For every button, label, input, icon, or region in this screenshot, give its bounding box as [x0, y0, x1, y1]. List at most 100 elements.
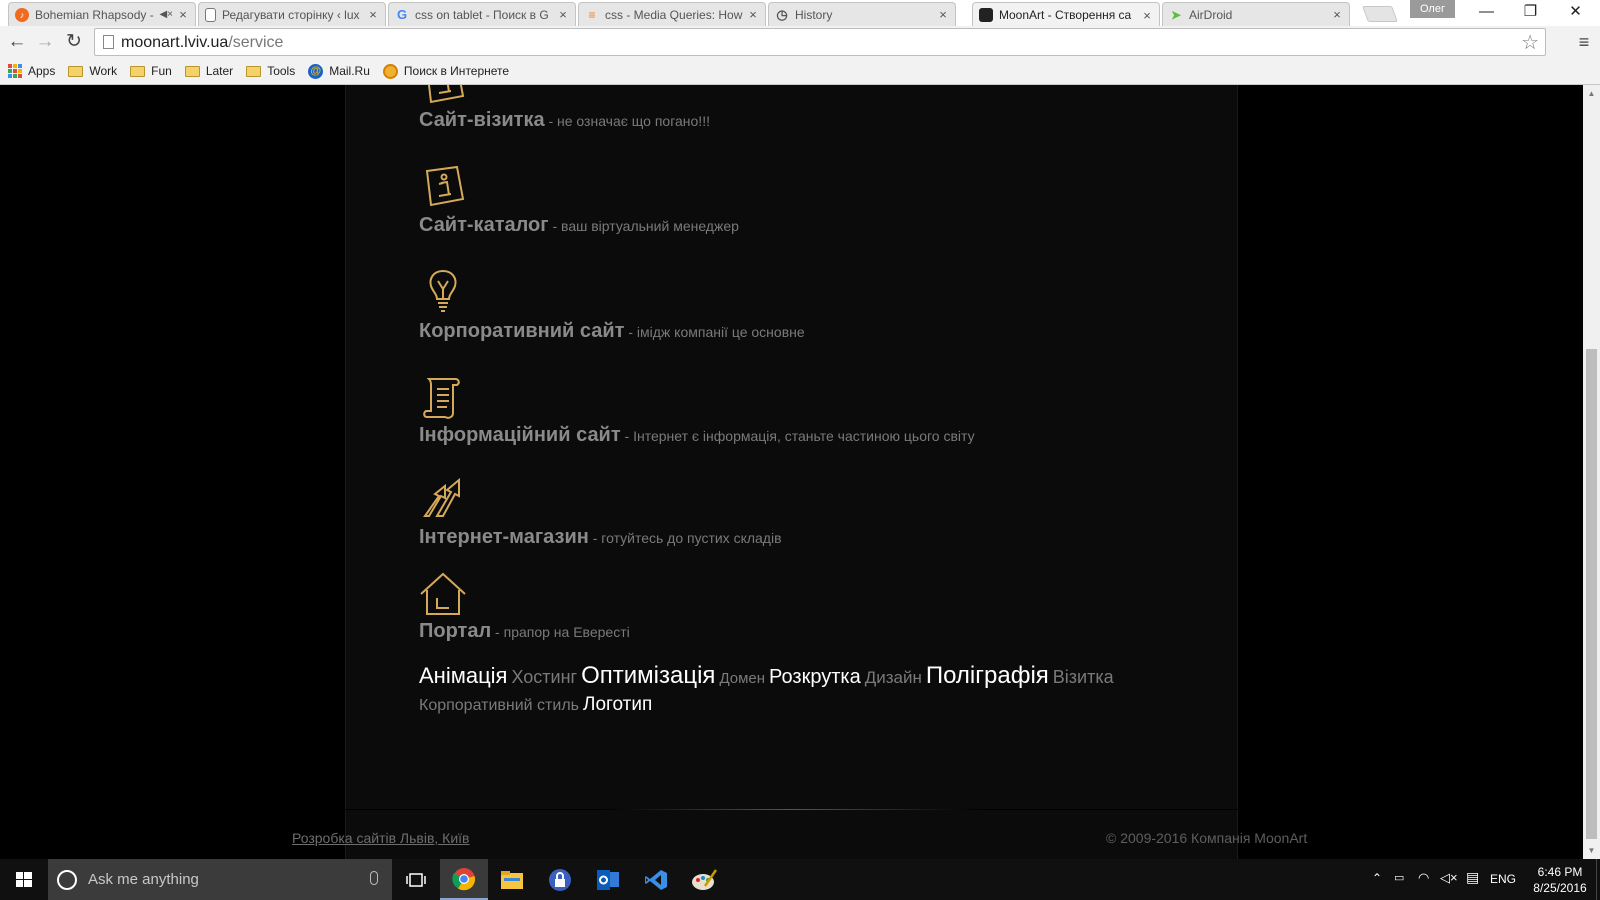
service-name[interactable]: Корпоративний сайт — [419, 320, 624, 342]
wifi-icon[interactable]: ◠ — [1418, 870, 1429, 886]
input-language-indicator[interactable]: ENG — [1490, 872, 1516, 886]
tab-history[interactable]: ◷ History × — [768, 2, 956, 26]
bookmark-mailru[interactable]: @ Mail.Ru — [308, 63, 370, 79]
close-icon[interactable]: × — [557, 7, 569, 22]
tag-link[interactable]: Анімація — [419, 663, 507, 688]
service-description: - ваш віртуальний менеджер — [548, 218, 739, 234]
show-desktop-button[interactable] — [1596, 859, 1600, 900]
cortana-icon — [57, 870, 77, 890]
minimize-button[interactable]: — — [1464, 0, 1509, 24]
close-icon[interactable]: × — [1141, 8, 1153, 23]
tag-link[interactable]: Розкрутка — [769, 666, 861, 688]
file-explorer-icon[interactable] — [488, 859, 536, 900]
volume-muted-icon[interactable]: ◁× — [1440, 870, 1458, 886]
service-name[interactable]: Інформаційний сайт — [419, 424, 621, 446]
service-item[interactable]: Сайт-візитка - не означає що погано!!! — [419, 85, 710, 131]
tab-bohemian-rhapsody[interactable]: ♪ Bohemian Rhapsody - ◀× × — [8, 2, 196, 26]
system-tray: ⌃ ▭ ◠ ◁× ▤ ENG — [1368, 859, 1528, 900]
back-arrow-icon[interactable]: ← — [5, 30, 29, 54]
service-name[interactable]: Сайт-каталог — [419, 214, 549, 236]
forward-arrow-icon[interactable]: → — [33, 30, 57, 54]
bookmark-star-icon[interactable]: ☆ — [1521, 30, 1539, 55]
tag-link[interactable]: Корпоративний стиль — [419, 697, 579, 714]
reload-icon[interactable]: ↻ — [62, 30, 86, 54]
url-text[interactable]: moonart.lviv.ua/service — [121, 34, 283, 52]
outlook-icon[interactable] — [584, 859, 632, 900]
scroll-up-arrow-icon[interactable]: ▲ — [1583, 85, 1600, 102]
bookmark-later[interactable]: Later — [184, 64, 233, 78]
chevron-up-icon[interactable]: ⌃ — [1372, 871, 1382, 885]
bookmark-label: Поиск в Интернете — [403, 64, 510, 78]
service-item[interactable]: Сайт-каталог - ваш віртуальний менеджер — [419, 163, 739, 236]
bookmark-tools[interactable]: Tools — [246, 64, 295, 78]
footer-copyright: © 2009-2016 Компанія MoonArt — [1106, 830, 1308, 846]
bookmark-label: Apps — [28, 64, 56, 78]
browser-window: ♪ Bohemian Rhapsody - ◀× × Редагувати ст… — [0, 0, 1600, 900]
close-icon[interactable]: × — [937, 7, 949, 22]
arrows-up-icon — [423, 477, 460, 517]
tab-moonart[interactable]: MoonArt - Створення са × — [972, 2, 1160, 27]
tag-link[interactable]: Хостинг — [511, 667, 577, 687]
tab-stackoverflow[interactable]: ≡ css - Media Queries: How × — [578, 2, 766, 26]
close-window-button[interactable]: ✕ — [1553, 0, 1598, 24]
restore-button[interactable]: ❐ — [1508, 0, 1553, 24]
tag-link[interactable]: Оптимізація — [581, 662, 715, 689]
tab-edit-page[interactable]: Редагувати сторінку ‹ lux × — [198, 2, 386, 26]
tag-link[interactable]: Дизайн — [865, 668, 922, 687]
keepass-icon[interactable] — [536, 859, 584, 900]
url-domain: moonart.lviv.ua — [121, 34, 229, 51]
bookmark-work[interactable]: Work — [68, 64, 117, 78]
bookmark-apps[interactable]: Apps — [8, 64, 55, 78]
windows-taskbar: Ask me anything ⌃ ▭ ◠ ◁× ▤ ENG 6:46 PM 8… — [0, 859, 1600, 900]
speaker-muted-icon[interactable]: ◀× — [159, 9, 173, 20]
visual-studio-icon[interactable] — [632, 859, 680, 900]
tag-link[interactable]: Логотип — [583, 694, 652, 715]
battery-icon[interactable]: ▭ — [1394, 871, 1404, 884]
tab-title: Редагувати сторінку ‹ lux — [222, 7, 360, 22]
windows-logo-icon — [16, 872, 32, 887]
tab-title: css on tablet - Поиск в G — [415, 7, 549, 22]
footer-dev-link[interactable]: Розробка сайтів Львів, Київ — [292, 830, 469, 846]
taskbar-clock[interactable]: 6:46 PM 8/25/2016 — [1530, 864, 1590, 896]
page-scrollbar[interactable]: ▲ ▼ — [1583, 85, 1600, 859]
tag-link[interactable]: Поліграфія — [926, 662, 1049, 689]
action-center-icon[interactable]: ▤ — [1466, 869, 1479, 886]
music-icon: ♪ — [15, 7, 29, 22]
history-icon: ◷ — [776, 6, 788, 22]
service-name[interactable]: Портал — [419, 620, 491, 642]
close-icon[interactable]: × — [177, 7, 189, 22]
windows-start-button[interactable] — [0, 859, 48, 900]
new-tab-button[interactable] — [1362, 6, 1398, 22]
close-icon[interactable]: × — [367, 7, 379, 22]
tab-google-search[interactable]: G css on tablet - Поиск в G × — [388, 2, 576, 26]
service-item[interactable]: Портал - прапор на Евересті — [419, 570, 630, 642]
service-item[interactable]: Інтернет-магазин - готуйтесь до пустих с… — [419, 474, 782, 548]
microphone-icon[interactable] — [370, 871, 378, 885]
page-info-icon[interactable] — [103, 35, 114, 49]
tag-link[interactable]: Візитка — [1053, 667, 1114, 687]
scroll-down-arrow-icon[interactable]: ▼ — [1583, 842, 1600, 859]
close-icon[interactable]: × — [1331, 7, 1343, 22]
tag-cloud: Анімація Хостинг Оптимізація Домен Розкрутка… — [419, 663, 1139, 719]
cortana-search-box[interactable]: Ask me anything — [48, 859, 392, 900]
scrollbar-thumb[interactable] — [1586, 349, 1597, 839]
paint-icon[interactable] — [680, 859, 728, 900]
address-bar[interactable]: moonart.lviv.ua/service ☆ — [94, 28, 1546, 56]
task-view-icon[interactable] — [392, 859, 440, 900]
mailru-icon: @ — [308, 63, 324, 79]
bookmark-internet-search[interactable]: Поиск в Интернете — [382, 63, 510, 79]
profile-button[interactable]: Олег — [1410, 0, 1455, 18]
service-name[interactable]: Сайт-візитка — [419, 109, 545, 131]
service-description: - прапор на Евересті — [491, 624, 630, 640]
bookmark-fun[interactable]: Fun — [130, 64, 172, 78]
tab-airdroid[interactable]: ➤ AirDroid × — [1162, 2, 1350, 26]
close-icon[interactable]: × — [747, 7, 759, 22]
chrome-icon[interactable] — [440, 859, 488, 900]
service-item[interactable]: Корпоративний сайт - імідж компанії це о… — [419, 267, 805, 342]
chrome-menu-icon[interactable]: ≡ — [1574, 30, 1594, 54]
tab-title: css - Media Queries: How — [605, 7, 743, 22]
tag-link[interactable]: Домен — [719, 670, 765, 687]
service-item[interactable]: Інформаційний сайт - Інтернет є інформац… — [419, 373, 975, 446]
service-description: - готуйтесь до пустих складів — [588, 530, 782, 546]
service-name[interactable]: Інтернет-магазин — [419, 526, 589, 548]
